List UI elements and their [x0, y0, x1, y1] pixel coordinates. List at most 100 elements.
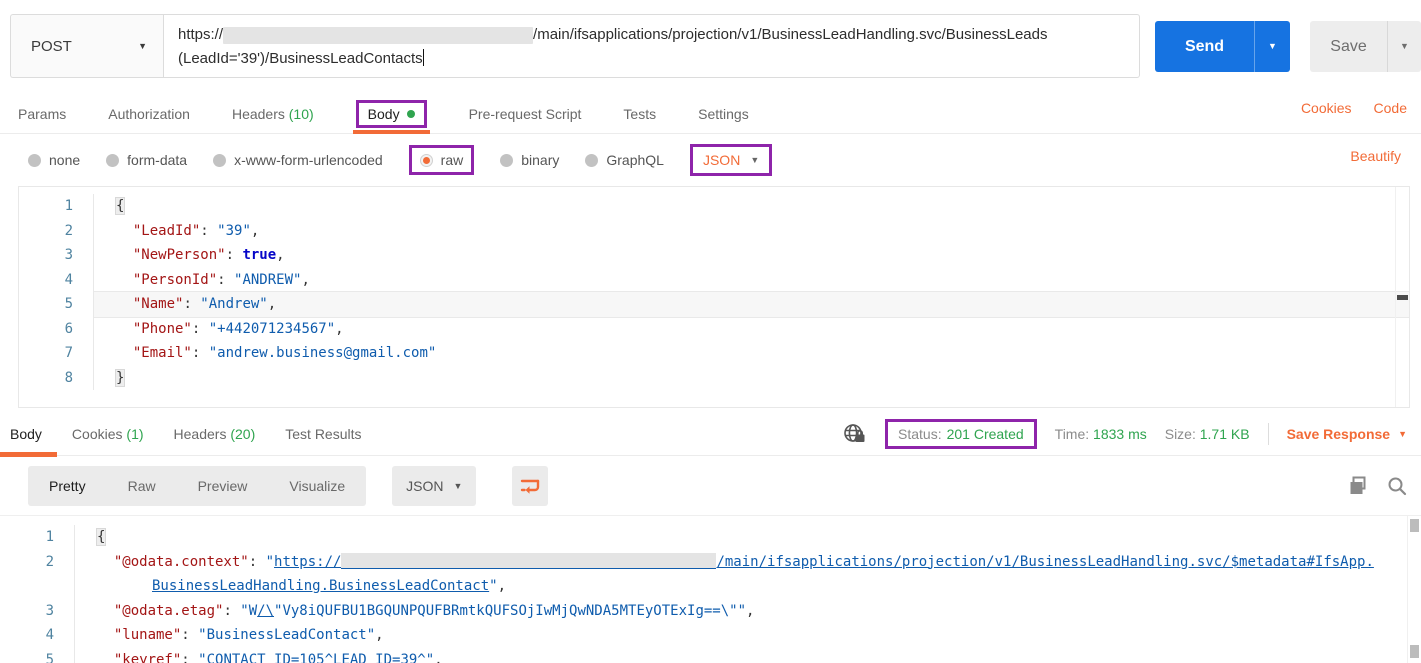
code-token: "Vy8iQUFBU1BGQUNPQUFBRmtkQUFSOjIwMjQwNDA… [274, 603, 746, 619]
code-link[interactable]: https:// [274, 554, 341, 570]
code-token: : [181, 627, 198, 643]
response-tab-test-results[interactable]: Test Results [285, 426, 361, 442]
tab-authorization[interactable]: Authorization [108, 106, 190, 122]
response-format-dropdown[interactable]: JSON ▼ [392, 466, 476, 506]
save-button[interactable]: Save [1310, 21, 1387, 72]
code-content[interactable]: "luname": "BusinessLeadContact", [75, 623, 1421, 648]
radio-graphql[interactable]: GraphQL [585, 152, 664, 168]
code-link[interactable]: BusinessLeadHandling.BusinessLeadContact [152, 578, 489, 594]
code-content[interactable]: "keyref": "CONTACT_ID=105^LEAD_ID=39^", [75, 648, 1421, 663]
request-editor-scrollbar[interactable] [1395, 187, 1409, 407]
response-tab-cookies[interactable]: Cookies (1) [72, 426, 144, 442]
line-number: 1 [19, 194, 94, 219]
code-content[interactable]: BusinessLeadHandling.BusinessLeadContact… [75, 574, 1421, 599]
url-line1-suffix: /main/ifsapplications/projection/v1/Busi… [533, 26, 1047, 43]
beautify-link[interactable]: Beautify [1350, 148, 1401, 164]
code-content[interactable]: "@odata.context": "https:///main/ifsappl… [75, 550, 1421, 575]
code-token: "LeadId" [133, 223, 200, 239]
code-token: "ANDREW" [234, 272, 301, 288]
code-token: "NewPerson" [133, 247, 226, 263]
code-content[interactable]: "NewPerson": true, [94, 243, 1409, 268]
network-globe-lock-icon[interactable] [843, 423, 867, 445]
code-content[interactable]: { [94, 194, 1409, 219]
view-tab-raw[interactable]: Raw [107, 478, 177, 494]
response-body-editor[interactable]: 1{2 "@odata.context": "https:///main/ifs… [0, 515, 1421, 663]
code-line: 5 "keyref": "CONTACT_ID=105^LEAD_ID=39^"… [0, 648, 1421, 663]
code-token: : [200, 223, 217, 239]
code-content[interactable]: { [75, 525, 1421, 550]
code-content[interactable]: "@odata.etag": "W/\"Vy8iQUFBU1BGQUNPQUFB… [75, 599, 1421, 624]
method-dropdown[interactable]: POST ▼ [10, 14, 163, 78]
tab-headers[interactable]: Headers (10) [232, 106, 314, 122]
tab-pre-request-script[interactable]: Pre-request Script [469, 106, 582, 122]
radio-form-data[interactable]: form-data [106, 152, 187, 168]
wrap-text-button[interactable] [512, 466, 548, 506]
line-number: 5 [19, 292, 94, 317]
code-token: , [335, 321, 343, 337]
code-line: 8} [19, 366, 1409, 391]
code-token: , [746, 603, 754, 619]
tab-tests[interactable]: Tests [623, 106, 656, 122]
request-links: Cookies Code [1301, 100, 1407, 116]
send-options-button[interactable]: ▼ [1254, 21, 1290, 72]
code-content[interactable]: "Email": "andrew.business@gmail.com" [94, 341, 1409, 366]
radio-none[interactable]: none [28, 152, 80, 168]
response-editor-scrollbar[interactable] [1407, 516, 1421, 663]
line-number: 3 [19, 243, 94, 268]
request-body-editor[interactable]: 1{2 "LeadId": "39",3 "NewPerson": true,4… [18, 186, 1410, 408]
active-tab-underline [353, 130, 430, 134]
code-link[interactable]: Code [1374, 100, 1407, 116]
code-token: "W [240, 603, 257, 619]
radio-raw[interactable]: raw [409, 145, 475, 175]
chevron-down-icon: ▼ [454, 482, 463, 491]
status-value: 201 Created [947, 426, 1024, 442]
radio-icon [106, 154, 119, 167]
search-icon[interactable] [1387, 476, 1407, 496]
code-content[interactable]: "Phone": "+442071234567", [94, 317, 1409, 342]
divider [1268, 423, 1269, 445]
response-tab-headers[interactable]: Headers (20) [174, 426, 256, 442]
chevron-down-icon: ▼ [750, 156, 759, 165]
code-token: "Name" [133, 296, 184, 312]
tab-body[interactable]: Body [356, 100, 427, 128]
cookies-link[interactable]: Cookies [1301, 100, 1352, 116]
radio-x-www-form-urlencoded[interactable]: x-www-form-urlencoded [213, 152, 383, 168]
code-link[interactable]: /\ [257, 603, 274, 619]
save-options-button[interactable]: ▼ [1387, 21, 1421, 72]
url-input[interactable]: https:// /main/ifsapplications/projection… [163, 14, 1140, 78]
code-link[interactable]: /main/ifsapplications/projection/v1/Busi… [716, 554, 1373, 570]
url-prefix: https:// [178, 26, 223, 43]
scrollbar-thumb[interactable] [1410, 519, 1419, 532]
view-tab-visualize[interactable]: Visualize [268, 478, 366, 494]
code-token: "Andrew" [200, 296, 267, 312]
radio-icon [213, 154, 226, 167]
body-format-dropdown[interactable]: JSON ▼ [690, 144, 772, 176]
copy-icon[interactable] [1349, 476, 1369, 496]
tab-params[interactable]: Params [18, 106, 66, 122]
code-line: 6 "Phone": "+442071234567", [19, 317, 1409, 342]
code-content[interactable]: "PersonId": "ANDREW", [94, 268, 1409, 293]
method-label: POST [31, 38, 72, 55]
code-token: : [223, 603, 240, 619]
scrollbar-thumb[interactable] [1410, 645, 1419, 658]
code-content[interactable]: "LeadId": "39", [94, 219, 1409, 244]
chevron-down-icon: ▼ [138, 42, 147, 51]
status-badge: Status: 201 Created [885, 419, 1037, 449]
code-token: : [192, 345, 209, 361]
response-headers-count: (20) [230, 426, 255, 442]
code-token: { [97, 529, 105, 545]
response-view-tabs: Pretty Raw Preview Visualize [28, 466, 366, 506]
save-response-button[interactable]: Save Response ▼ [1287, 426, 1407, 442]
code-token: } [116, 370, 124, 386]
scrollbar-thumb[interactable] [1397, 295, 1408, 300]
response-tab-body[interactable]: Body [10, 426, 42, 442]
code-token: " [489, 578, 497, 594]
code-line: 3 "NewPerson": true, [19, 243, 1409, 268]
code-content[interactable]: } [94, 366, 1409, 391]
radio-binary[interactable]: binary [500, 152, 559, 168]
send-button[interactable]: Send [1155, 21, 1254, 72]
view-tab-preview[interactable]: Preview [177, 478, 269, 494]
tab-settings[interactable]: Settings [698, 106, 749, 122]
code-content[interactable]: "Name": "Andrew", [94, 292, 1409, 317]
view-tab-pretty[interactable]: Pretty [28, 478, 107, 494]
